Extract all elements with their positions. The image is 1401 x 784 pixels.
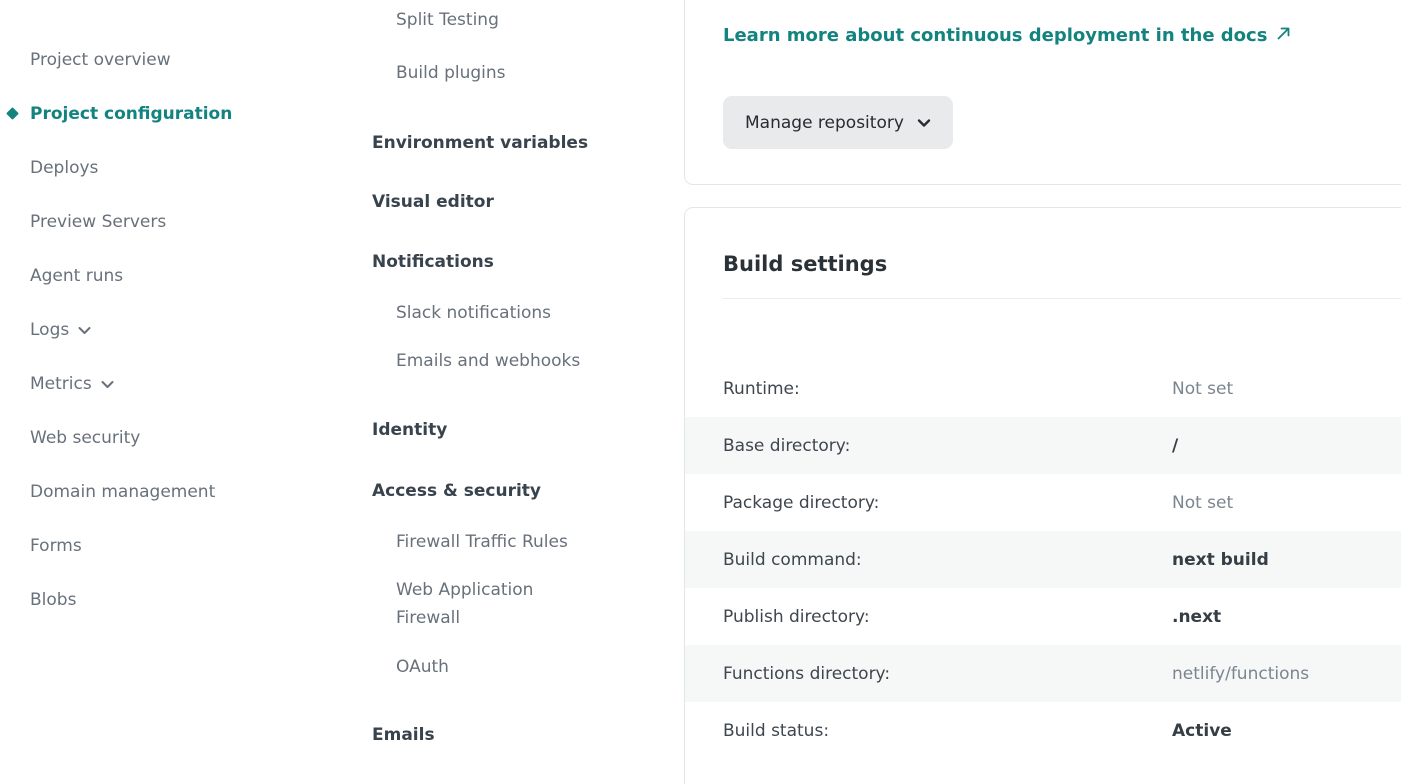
table-row-publish-directory: Publish directory: .next [685, 588, 1401, 645]
sidebar-item-label: Metrics [30, 374, 92, 394]
row-label: Functions directory: [723, 664, 1172, 684]
sidebar-item-logs[interactable]: Logs [0, 303, 350, 357]
build-settings-card: Build settings Runtime: Not set Base dir… [684, 207, 1401, 784]
table-row-build-status: Build status: Active [685, 702, 1401, 759]
active-diamond-icon [6, 107, 19, 120]
manage-repository-button[interactable]: Manage repository [723, 96, 953, 149]
sidebar-item-preview-servers[interactable]: Preview Servers [0, 195, 350, 249]
subnav-item-split-testing[interactable]: Split Testing [350, 9, 684, 31]
table-row-build-command: Build command: next build [685, 531, 1401, 588]
row-value: Active [1172, 721, 1232, 741]
row-label: Build status: [723, 721, 1172, 741]
subnav-item-access-security[interactable]: Access & security [350, 480, 684, 502]
project-sidebar: Project overview Project configuration D… [0, 0, 350, 627]
configuration-subnav: Split Testing Build plugins Environment … [350, 0, 684, 746]
sidebar-item-project-overview[interactable]: Project overview [0, 33, 350, 87]
docs-link[interactable]: Learn more about continuous deployment i… [723, 25, 1291, 47]
row-value: Not set [1172, 493, 1233, 513]
subnav-item-environment-variables[interactable]: Environment variables [350, 132, 684, 154]
continuous-deployment-card: Learn more about continuous deployment i… [684, 0, 1401, 185]
row-value: netlify/functions [1172, 664, 1309, 684]
subnav-item-notifications[interactable]: Notifications [350, 251, 684, 273]
build-settings-title: Build settings [723, 249, 1401, 279]
row-value: .next [1172, 607, 1221, 627]
subnav-item-identity[interactable]: Identity [350, 419, 684, 441]
row-label: Package directory: [723, 493, 1172, 513]
manage-repository-label: Manage repository [745, 113, 904, 133]
chevron-down-icon [78, 326, 91, 335]
row-value: / [1172, 436, 1178, 456]
external-link-arrow-icon [1276, 25, 1291, 47]
row-value: next build [1172, 550, 1269, 570]
row-value: Not set [1172, 379, 1233, 399]
sidebar-item-label: Project configuration [30, 104, 232, 124]
sidebar-item-label: Agent runs [30, 266, 123, 286]
row-label: Base directory: [723, 436, 1172, 456]
row-label: Runtime: [723, 379, 1172, 399]
subnav-item-slack-notifications[interactable]: Slack notifications [350, 302, 684, 324]
subnav-item-firewall-traffic-rules[interactable]: Firewall Traffic Rules [350, 531, 684, 553]
sidebar-item-domain-management[interactable]: Domain management [0, 465, 350, 519]
sidebar-item-blobs[interactable]: Blobs [0, 573, 350, 627]
sidebar-item-label: Forms [30, 536, 82, 556]
subnav-item-emails[interactable]: Emails [350, 724, 684, 746]
subnav-item-oauth[interactable]: OAuth [350, 656, 684, 678]
subnav-item-web-application-firewall[interactable]: Web Application Firewall [350, 576, 586, 632]
sidebar-item-label: Preview Servers [30, 212, 166, 232]
sidebar-item-label: Deploys [30, 158, 98, 178]
sidebar-item-agent-runs[interactable]: Agent runs [0, 249, 350, 303]
row-label: Publish directory: [723, 607, 1172, 627]
table-row-package-directory: Package directory: Not set [685, 474, 1401, 531]
sidebar-item-label: Blobs [30, 590, 76, 610]
chevron-down-icon [917, 118, 931, 128]
build-settings-table: Runtime: Not set Base directory: / Packa… [685, 360, 1401, 759]
sidebar-item-label: Project overview [30, 50, 171, 70]
sidebar-item-label: Web security [30, 428, 140, 448]
sidebar-item-label: Logs [30, 320, 69, 340]
heading-divider [723, 298, 1401, 299]
subnav-item-build-plugins[interactable]: Build plugins [350, 62, 684, 84]
row-label: Build command: [723, 550, 1172, 570]
table-row-functions-directory: Functions directory: netlify/functions [685, 645, 1401, 702]
table-row-base-directory: Base directory: / [685, 417, 1401, 474]
sidebar-item-label: Domain management [30, 482, 215, 502]
chevron-down-icon [101, 380, 114, 389]
sidebar-item-metrics[interactable]: Metrics [0, 357, 350, 411]
sidebar-item-forms[interactable]: Forms [0, 519, 350, 573]
table-row-runtime: Runtime: Not set [685, 360, 1401, 417]
docs-link-label: Learn more about continuous deployment i… [723, 25, 1267, 47]
sidebar-item-project-configuration[interactable]: Project configuration [0, 87, 350, 141]
sidebar-item-deploys[interactable]: Deploys [0, 141, 350, 195]
subnav-item-visual-editor[interactable]: Visual editor [350, 191, 684, 213]
sidebar-item-web-security[interactable]: Web security [0, 411, 350, 465]
subnav-item-emails-and-webhooks[interactable]: Emails and webhooks [350, 350, 684, 372]
